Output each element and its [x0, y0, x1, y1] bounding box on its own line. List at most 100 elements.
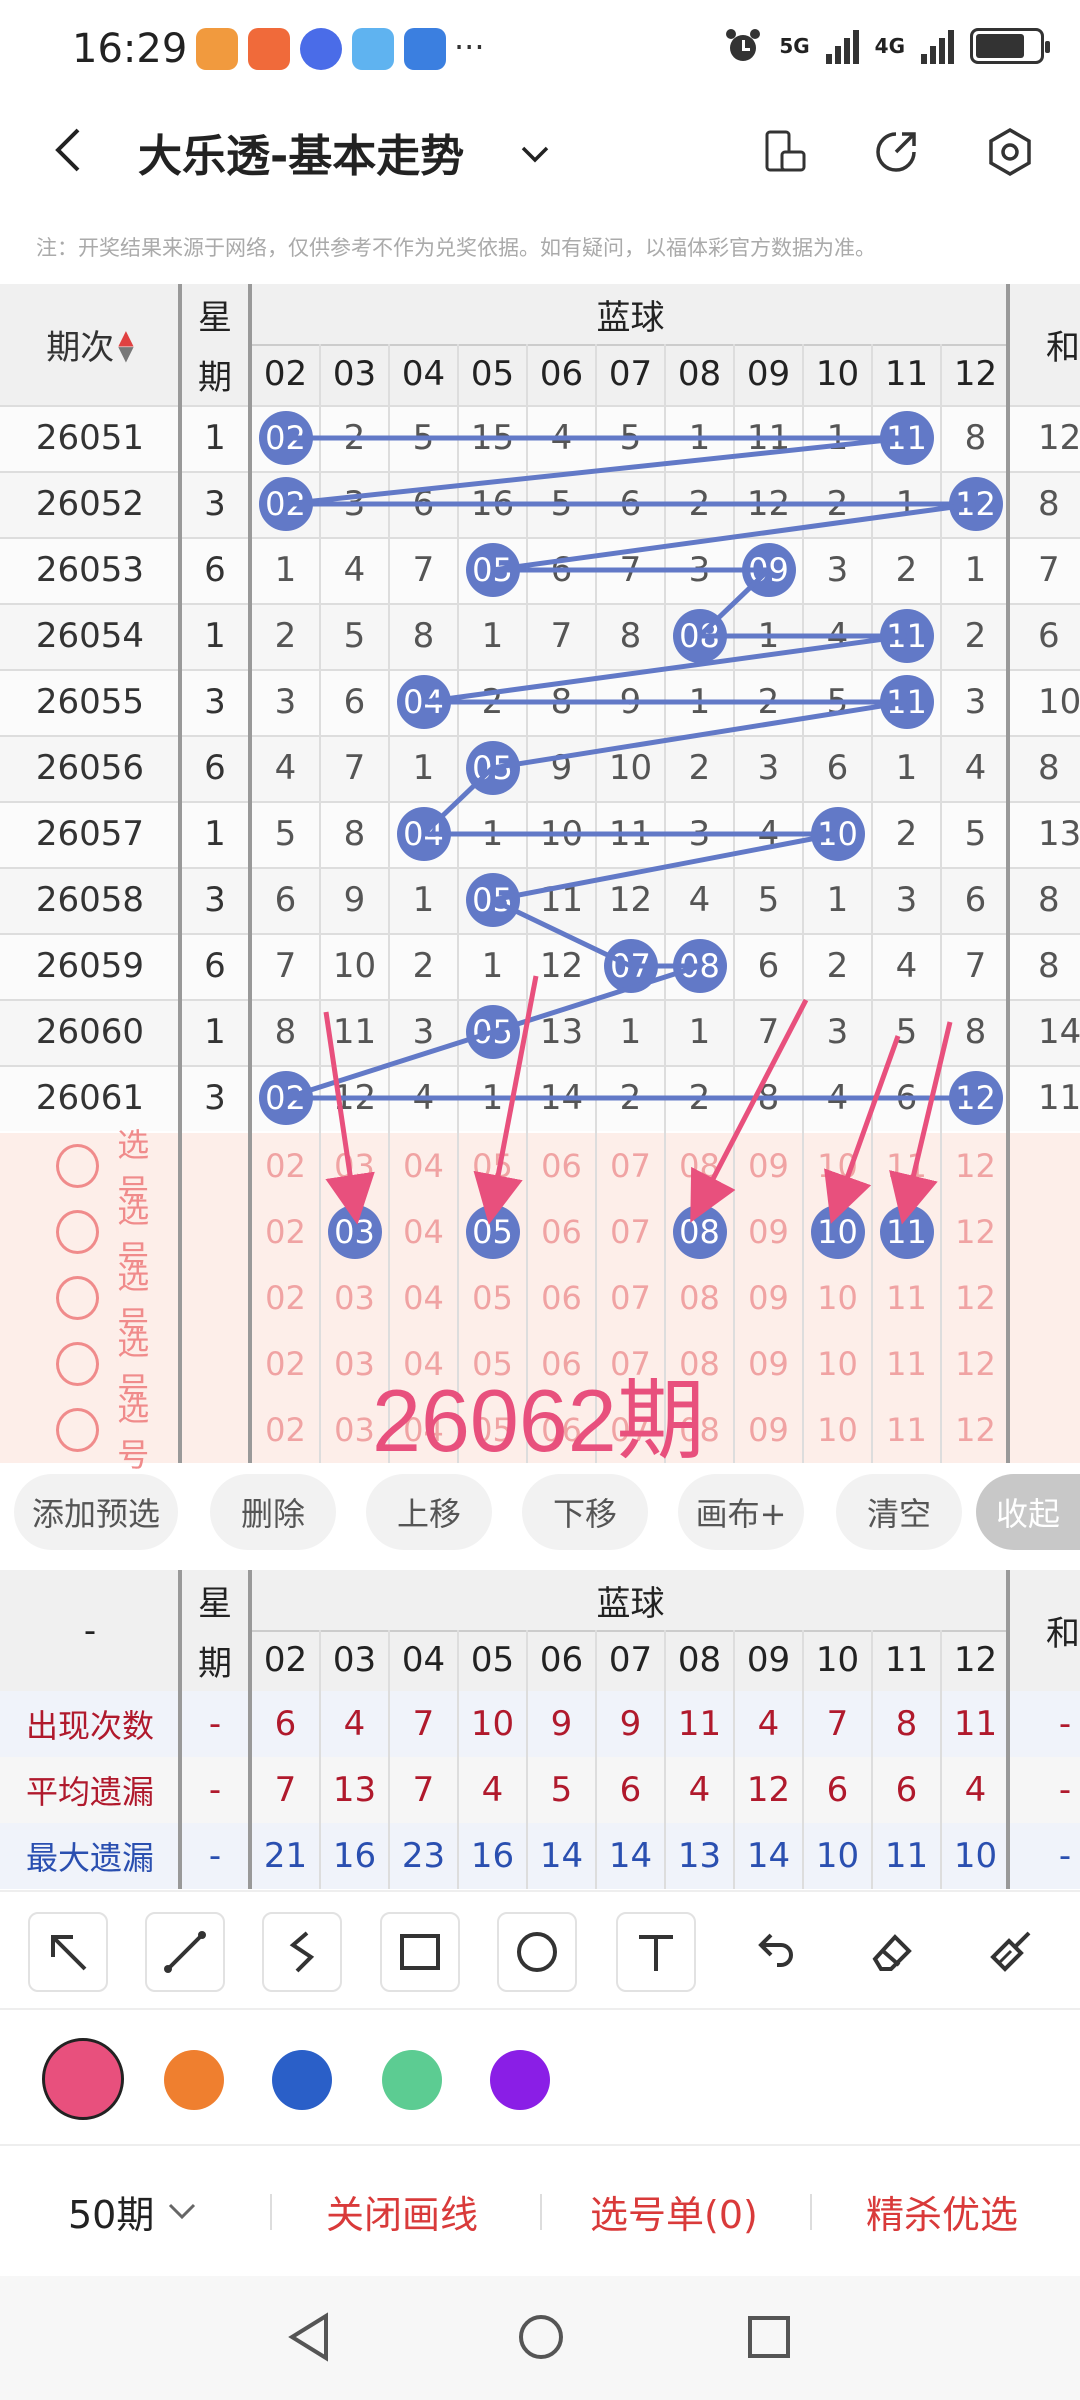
pick-number-cell[interactable]: 05 — [458, 1199, 527, 1265]
delete-button[interactable]: 删除 — [210, 1474, 336, 1550]
pick-number-cell[interactable]: 06 — [527, 1199, 596, 1265]
radio-circle-icon[interactable] — [56, 1276, 100, 1320]
selected-number-ball[interactable]: 03 — [327, 1205, 382, 1259]
selected-number-ball[interactable]: 05 — [465, 1205, 520, 1259]
nav-home-icon[interactable] — [516, 2312, 566, 2362]
move-up-button[interactable]: 上移 — [366, 1474, 492, 1550]
pick-number-cell[interactable]: 11 — [872, 1133, 941, 1199]
selected-number-ball[interactable]: 11 — [879, 1205, 934, 1259]
radio-circle-icon[interactable] — [56, 1144, 100, 1188]
add-preselect-button[interactable]: 添加预选 — [14, 1474, 178, 1550]
rectangle-tool-icon[interactable] — [380, 1912, 460, 1992]
pick-number-cell[interactable]: 02 — [251, 1397, 320, 1463]
pick-row-label[interactable]: 选号 — [0, 1390, 180, 1474]
color-blue-swatch[interactable] — [272, 2050, 332, 2110]
pick-number-cell[interactable]: 04 — [389, 1265, 458, 1331]
period-count-dropdown[interactable]: 50期 — [68, 2146, 202, 2276]
pick-number-cell[interactable]: 10 — [803, 1265, 872, 1331]
pick-number-cell[interactable]: 03 — [320, 1133, 389, 1199]
pick-number-cell[interactable]: 06 — [527, 1265, 596, 1331]
signal-5g-icon — [825, 28, 859, 64]
pick-number-cell[interactable]: 11 — [872, 1265, 941, 1331]
premium-picks-button[interactable]: 精杀优选 — [866, 2146, 1018, 2276]
pick-number-cell[interactable]: 11 — [872, 1397, 941, 1463]
undo-icon[interactable] — [734, 1912, 814, 1992]
row-week: 1 — [204, 418, 226, 458]
trend-cell: 3 — [826, 550, 849, 590]
circle-tool-icon[interactable] — [497, 1912, 577, 1992]
pick-number-cell[interactable]: 12 — [941, 1133, 1010, 1199]
chevron-down-icon[interactable] — [515, 134, 555, 174]
row-period: 26060 — [35, 1012, 145, 1052]
nav-back-icon[interactable] — [286, 2312, 334, 2362]
pick-number-cell[interactable]: 03 — [320, 1199, 389, 1265]
nav-recents-icon[interactable] — [746, 2314, 792, 2360]
pick-number-cell[interactable]: 10 — [803, 1199, 872, 1265]
settings-icon[interactable] — [984, 126, 1036, 178]
pick-number-cell[interactable]: 12 — [941, 1265, 1010, 1331]
pick-number-cell[interactable]: 11 — [872, 1199, 941, 1265]
alarm-icon — [726, 29, 761, 61]
pick-number-cell[interactable]: 12 — [941, 1199, 1010, 1265]
page-title[interactable]: 大乐透-基本走势 — [138, 120, 464, 184]
color-palette — [0, 2010, 1080, 2146]
drawn-number-ball: 11 — [879, 675, 934, 729]
selected-number-ball[interactable]: 10 — [810, 1205, 865, 1259]
pick-number-cell[interactable]: 02 — [251, 1265, 320, 1331]
pick-number-cell[interactable]: 04 — [389, 1199, 458, 1265]
sort-icon[interactable]: ▲ ▼ — [118, 327, 133, 363]
pick-number-cell[interactable]: 06 — [527, 1133, 596, 1199]
pick-number-cell[interactable]: 05 — [458, 1133, 527, 1199]
back-arrow-icon[interactable] — [42, 122, 98, 178]
drawn-number-ball: 02 — [258, 1071, 313, 1125]
pick-number-cell[interactable]: 02 — [251, 1199, 320, 1265]
pick-number-cell[interactable]: 07 — [596, 1265, 665, 1331]
close-lines-button[interactable]: 关闭画线 — [326, 2146, 478, 2276]
pick-number-cell[interactable]: 12 — [941, 1397, 1010, 1463]
pick-number-cell[interactable]: 09 — [734, 1133, 803, 1199]
text-tool-icon[interactable] — [616, 1912, 696, 1992]
pick-number-cell[interactable]: 08 — [665, 1199, 734, 1265]
pick-number-cell[interactable]: 09 — [734, 1397, 803, 1463]
row-week: 1 — [204, 814, 226, 854]
collapse-button[interactable]: 收起 — [976, 1474, 1080, 1550]
trend-cell: 5 — [343, 616, 366, 656]
pick-number-cell[interactable]: 10 — [803, 1397, 872, 1463]
pick-number-cell[interactable]: 07 — [596, 1199, 665, 1265]
clear-button[interactable]: 清空 — [836, 1474, 962, 1550]
phone-rotate-icon[interactable] — [758, 126, 810, 178]
canvas-plus-button[interactable]: 画布+ — [678, 1474, 804, 1550]
pick-number-cell[interactable]: 09 — [734, 1265, 803, 1331]
color-pink-swatch[interactable] — [42, 2038, 124, 2120]
move-down-button[interactable]: 下移 — [522, 1474, 648, 1550]
selected-number-ball[interactable]: 08 — [672, 1205, 727, 1259]
pick-number-cell[interactable]: 03 — [320, 1265, 389, 1331]
period-column-header[interactable]: 期次 ▲ ▼ — [0, 284, 180, 405]
pick-number-cell[interactable]: 07 — [596, 1133, 665, 1199]
pick-number-cell[interactable]: 10 — [803, 1133, 872, 1199]
line-tool-icon[interactable] — [145, 1912, 225, 1992]
eraser-icon[interactable] — [852, 1912, 932, 1992]
color-green-swatch[interactable] — [382, 2050, 442, 2110]
pick-number-cell[interactable]: 12 — [941, 1331, 1010, 1397]
pick-list-button[interactable]: 选号单(0) — [590, 2146, 758, 2276]
pick-number-cell[interactable]: 09 — [734, 1199, 803, 1265]
pick-number-cell[interactable]: 11 — [872, 1331, 941, 1397]
freehand-tool-icon[interactable] — [262, 1912, 342, 1992]
pick-number-cell[interactable]: 02 — [251, 1133, 320, 1199]
radio-circle-icon[interactable] — [56, 1408, 100, 1452]
pick-number-cell[interactable]: 02 — [251, 1331, 320, 1397]
pick-number-cell[interactable]: 08 — [665, 1265, 734, 1331]
arrow-tool-icon[interactable] — [28, 1912, 108, 1992]
share-icon[interactable] — [870, 126, 922, 178]
radio-circle-icon[interactable] — [56, 1342, 100, 1386]
pick-number-cell[interactable]: 05 — [458, 1265, 527, 1331]
color-purple-swatch[interactable] — [490, 2050, 550, 2110]
brush-clear-icon[interactable] — [970, 1912, 1050, 1992]
pick-number-cell[interactable]: 08 — [665, 1133, 734, 1199]
pick-number-cell[interactable]: 09 — [734, 1331, 803, 1397]
pick-number-cell[interactable]: 10 — [803, 1331, 872, 1397]
pick-number-cell[interactable]: 04 — [389, 1133, 458, 1199]
color-orange-swatch[interactable] — [164, 2050, 224, 2110]
radio-circle-icon[interactable] — [56, 1210, 100, 1254]
